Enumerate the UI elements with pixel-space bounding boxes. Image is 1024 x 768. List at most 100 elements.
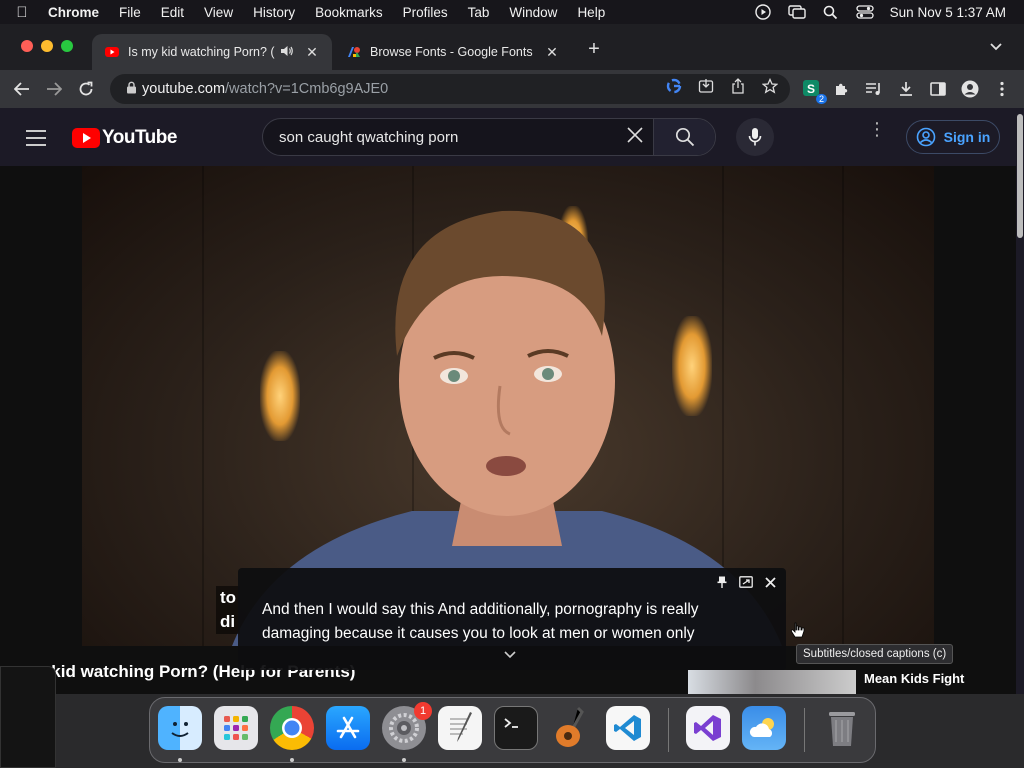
search-button[interactable] — [653, 119, 715, 155]
menu-help[interactable]: Help — [567, 5, 615, 20]
tab-title: Browse Fonts - Google Fonts — [370, 45, 533, 59]
tab-title: Is my kid watching Porn? ( — [128, 45, 275, 59]
video-caption-line-2: di — [220, 612, 236, 631]
browser-tab-strip: Is my kid watching Porn? ( ✕ Browse Font… — [0, 24, 1024, 70]
menu-view[interactable]: View — [194, 5, 243, 20]
more-options-icon[interactable]: ⋮ — [868, 120, 886, 138]
hamburger-menu-icon[interactable] — [26, 130, 46, 151]
search-input[interactable]: son caught qwatching porn — [263, 129, 617, 146]
voice-search-button[interactable] — [736, 118, 774, 156]
google-lens-icon[interactable] — [665, 77, 683, 95]
browser-toolbar: youtube.com/watch?v=1Cmb6g9AJE0 S 2 — [0, 70, 1024, 108]
profile-avatar-icon[interactable] — [958, 77, 982, 101]
visual-studio-icon[interactable] — [686, 706, 730, 750]
macos-dock: 1 — [149, 697, 876, 763]
youtube-favicon-icon — [105, 47, 119, 57]
media-controls-icon[interactable] — [862, 77, 886, 101]
menu-bookmarks[interactable]: Bookmarks — [305, 5, 393, 20]
minimize-window-button[interactable] — [41, 40, 53, 52]
menu-window[interactable]: Window — [499, 5, 567, 20]
url-host: youtube.com — [142, 81, 226, 97]
lock-icon[interactable] — [120, 81, 142, 97]
side-panel-icon[interactable] — [926, 77, 950, 101]
youtube-header: YouTube son caught qwatching porn ⋮ Sign… — [0, 108, 1016, 166]
system-settings-icon[interactable]: 1 — [382, 702, 432, 750]
zoom-window-button[interactable] — [61, 40, 73, 52]
expand-icon[interactable] — [739, 576, 753, 591]
app-store-icon[interactable] — [326, 706, 370, 750]
settings-notification-badge: 1 — [414, 702, 432, 720]
address-bar[interactable]: youtube.com/watch?v=1Cmb6g9AJE0 — [110, 74, 790, 104]
captions-tooltip: Subtitles/closed captions (c) — [796, 644, 954, 664]
pin-icon[interactable] — [717, 576, 727, 591]
close-icon[interactable] — [765, 576, 776, 591]
microphone-icon — [748, 128, 762, 146]
install-app-icon[interactable] — [697, 77, 715, 95]
recommended-video-title[interactable]: Mean Kids Fight — [864, 671, 964, 686]
share-icon[interactable] — [729, 77, 747, 95]
extensions-puzzle-icon[interactable] — [830, 77, 854, 101]
video-caption-overlay: to di — [216, 586, 241, 634]
menu-edit[interactable]: Edit — [151, 5, 194, 20]
hand-cursor-icon — [790, 622, 806, 645]
macos-menu-bar:  Chrome File Edit View History Bookmark… — [0, 0, 1024, 24]
trash-icon[interactable] — [820, 706, 864, 750]
left-window-edge — [0, 666, 56, 768]
tab-audio-playing-icon[interactable] — [280, 45, 298, 60]
tab-close-icon[interactable]: ✕ — [544, 44, 560, 61]
url-path: /watch?v=1Cmb6g9AJE0 — [225, 81, 389, 97]
close-window-button[interactable] — [21, 40, 33, 52]
extension-badge: 2 — [815, 94, 827, 104]
video-caption-line-1: to — [220, 588, 237, 607]
sign-in-label: Sign in — [943, 129, 991, 145]
caption-text: And then I would say this And additional… — [262, 601, 699, 642]
tab-close-icon[interactable]: ✕ — [304, 44, 320, 61]
forward-arrow-icon[interactable] — [42, 77, 66, 101]
textedit-icon[interactable] — [438, 706, 482, 750]
garageband-icon[interactable] — [550, 706, 594, 750]
vscode-icon[interactable] — [606, 706, 650, 750]
screen-mirroring-icon[interactable] — [780, 0, 814, 24]
terminal-icon[interactable] — [494, 706, 538, 750]
extension-s-icon[interactable]: S 2 — [800, 77, 827, 104]
play-status-icon[interactable] — [746, 0, 780, 24]
google-fonts-favicon-icon — [348, 47, 360, 57]
tab-google-fonts[interactable]: Browse Fonts - Google Fonts ✕ — [334, 34, 572, 70]
menu-app-chrome[interactable]: Chrome — [44, 5, 109, 20]
apple-menu-icon[interactable]:  — [0, 4, 44, 21]
back-arrow-icon[interactable] — [10, 77, 34, 101]
youtube-search-box: son caught qwatching porn — [262, 118, 716, 156]
sign-in-button[interactable]: Sign in — [906, 120, 1000, 154]
page-scrollbar[interactable] — [1016, 108, 1024, 698]
finder-icon[interactable] — [158, 706, 202, 750]
menu-file[interactable]: File — [109, 5, 151, 20]
search-icon — [675, 127, 694, 147]
youtube-logo[interactable]: YouTube — [72, 127, 177, 149]
scrollbar-thumb[interactable] — [1017, 114, 1023, 238]
tab-youtube-video[interactable]: Is my kid watching Porn? ( ✕ — [92, 34, 332, 70]
chevron-down-icon[interactable] — [504, 648, 516, 662]
new-tab-button[interactable]: + — [582, 38, 606, 62]
bookmark-star-icon[interactable] — [761, 77, 779, 95]
youtube-logo-text: YouTube — [102, 127, 177, 148]
chrome-menu-icon[interactable] — [990, 77, 1014, 101]
chrome-icon[interactable] — [270, 706, 314, 750]
weather-icon[interactable] — [742, 706, 786, 750]
menubar-clock[interactable]: Sun Nov 5 1:37 AM — [882, 5, 1024, 20]
spotlight-search-icon[interactable] — [814, 0, 848, 24]
reload-icon[interactable] — [74, 77, 98, 101]
clear-search-icon[interactable] — [617, 124, 653, 150]
downloads-icon[interactable] — [894, 77, 918, 101]
menu-history[interactable]: History — [243, 5, 305, 20]
youtube-play-logo-icon — [72, 128, 100, 148]
menu-tab[interactable]: Tab — [458, 5, 500, 20]
svg-text:S: S — [807, 82, 815, 96]
caption-popup-controls — [717, 576, 776, 591]
control-center-icon[interactable] — [848, 0, 882, 24]
launchpad-icon[interactable] — [214, 706, 258, 750]
menu-profiles[interactable]: Profiles — [393, 5, 458, 20]
live-caption-popup[interactable]: And then I would say this And additional… — [238, 568, 786, 670]
window-controls — [21, 40, 73, 52]
tab-search-chevron-icon[interactable] — [990, 40, 1002, 54]
account-circle-icon — [916, 127, 935, 147]
